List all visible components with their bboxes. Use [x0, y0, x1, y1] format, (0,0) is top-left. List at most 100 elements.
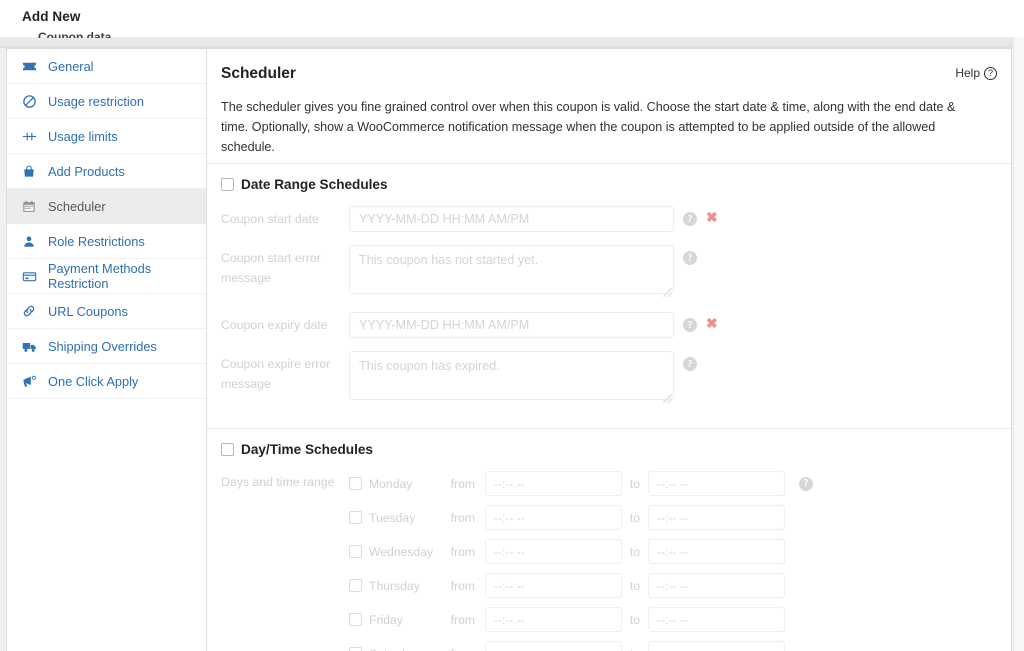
day-row: Tuesday from to [349, 505, 997, 530]
time-from-input-thursday[interactable] [485, 573, 622, 598]
sidebar-item-shipping-overrides[interactable]: Shipping Overrides [7, 329, 206, 364]
sidebar-item-usage-restriction[interactable]: Usage restriction [7, 84, 206, 119]
coupon-start-error-message-textarea[interactable] [349, 245, 674, 294]
field-control: ? [349, 351, 697, 405]
scheduler-content: Scheduler Help ? The scheduler gives you… [207, 49, 1011, 651]
time-to-input-monday[interactable] [648, 471, 785, 496]
sidebar-item-payment-methods-restriction[interactable]: Payment Methods Restriction [7, 259, 206, 294]
day-checkbox-thursday[interactable] [349, 579, 362, 592]
sidebar-item-label: Scheduler [48, 198, 106, 214]
megaphone-icon [19, 372, 39, 390]
from-label: from [450, 510, 475, 525]
day-label: Tuesday [369, 510, 416, 525]
time-from-input-friday[interactable] [485, 607, 622, 632]
help-tip-icon[interactable]: ? [683, 357, 697, 371]
day-time-schedules-block: Day/Time Schedules Days and time range M… [207, 429, 1011, 651]
sidebar-item-label: Shipping Overrides [48, 338, 157, 354]
to-label: to [629, 510, 641, 525]
help-tip-icon[interactable]: ? [799, 476, 813, 491]
help-tip-icon[interactable]: ? [683, 318, 697, 332]
to-label: to [629, 612, 641, 627]
credit-card-icon [19, 267, 39, 285]
coupon-data-title-clipped: Coupon data [38, 31, 112, 38]
sidebar-item-general[interactable]: General [7, 49, 206, 84]
coupon-start-date-input[interactable] [349, 206, 674, 232]
help-tip-icon[interactable]: ? [683, 212, 697, 226]
days-list: Monday from to? Tuesday from to Wednesday from t… [349, 471, 997, 651]
field-label: Coupon expire error message [221, 357, 331, 391]
page-scrollbar[interactable] [1013, 37, 1024, 651]
sidebar-item-label: Role Restrictions [48, 233, 145, 249]
textarea-wrapper [349, 245, 674, 299]
textarea-wrapper [349, 351, 674, 405]
from-label: from [450, 544, 475, 559]
day-checkbox-tuesday[interactable] [349, 511, 362, 524]
day-time-heading: Day/Time Schedules [241, 442, 373, 457]
help-link[interactable]: Help ? [955, 66, 997, 80]
from-label: from [443, 647, 475, 651]
days-and-time-range-row: Days and time range Monday from to? Tuesday… [221, 471, 997, 651]
field-label: Coupon start error message [221, 251, 321, 285]
clear-date-icon[interactable]: ✖ [706, 316, 718, 330]
help-label: Help [955, 66, 980, 80]
day-label: Wednesday [369, 544, 434, 559]
sidebar-item-one-click-apply[interactable]: One Click Apply [7, 364, 206, 399]
sidebar-item-label: Add Products [48, 163, 125, 179]
truck-icon [19, 337, 39, 355]
time-to-input-thursday[interactable] [648, 573, 785, 598]
field-row: Coupon expire error message? [221, 351, 997, 405]
field-control: ?✖ [349, 206, 718, 232]
coupon-expire-error-message-textarea[interactable] [349, 351, 674, 400]
time-to-input-friday[interactable] [648, 607, 785, 632]
time-to-input-tuesday[interactable] [648, 505, 785, 530]
page-title: Add New [22, 9, 81, 24]
scheduler-header: Scheduler Help ? The scheduler gives you… [207, 49, 1011, 163]
section-title: Scheduler [221, 65, 296, 82]
time-from-input-monday[interactable] [485, 471, 622, 496]
ticket-icon [19, 57, 39, 75]
field-label: Coupon start date [221, 212, 319, 226]
time-from-input-tuesday[interactable] [485, 505, 622, 530]
field-label: Coupon expiry date [221, 318, 328, 332]
sidebar-item-scheduler[interactable]: Scheduler [7, 189, 206, 224]
link-icon [19, 302, 39, 320]
day-checkbox-saturday[interactable] [349, 647, 362, 651]
sidebar-item-add-products[interactable]: Add Products [7, 154, 206, 189]
time-from-input-wednesday[interactable] [485, 539, 622, 564]
time-to-input-wednesday[interactable] [648, 539, 785, 564]
date-range-schedules-block: Date Range Schedules Coupon start date?✖… [207, 164, 1011, 428]
days-and-time-range-label: Days and time range [221, 475, 335, 489]
day-label: Thursday [369, 578, 420, 593]
time-to-input-saturday[interactable] [648, 641, 785, 651]
clear-date-icon[interactable]: ✖ [706, 210, 718, 224]
help-question-icon: ? [984, 66, 997, 80]
sidebar-item-role-restrictions[interactable]: Role Restrictions [7, 224, 206, 259]
date-range-schedules-checkbox[interactable] [221, 178, 234, 191]
day-label: Friday [369, 612, 403, 627]
sidebar-item-label: General [48, 58, 94, 74]
day-row: Thursday from to [349, 573, 997, 598]
help-tip-icon[interactable]: ? [683, 251, 697, 265]
date-range-header: Date Range Schedules [221, 177, 997, 192]
sidebar-item-url-coupons[interactable]: URL Coupons [7, 294, 206, 329]
day-label: Saturday [369, 647, 443, 651]
day-time-header: Day/Time Schedules [221, 442, 997, 457]
day-checkbox-wednesday[interactable] [349, 545, 362, 558]
time-from-input-saturday[interactable] [485, 641, 622, 651]
bag-icon [19, 162, 39, 180]
user-icon [19, 232, 39, 250]
to-label: to [629, 476, 641, 491]
coupon-expiry-date-input[interactable] [349, 312, 674, 338]
sidebar-item-label: Usage limits [48, 128, 118, 144]
sidebar-item-usage-limits[interactable]: Usage limits [7, 119, 206, 154]
coupon-data-sidebar: General Usage restriction Usage limits Add … [7, 49, 207, 651]
day-time-schedules-checkbox[interactable] [221, 443, 234, 456]
sidebar-item-label: Usage restriction [48, 93, 145, 109]
day-row: Wednesday from to [349, 539, 997, 564]
to-label: to [629, 578, 641, 593]
coupon-data-panel-title-strip: Coupon data [0, 31, 1024, 48]
field-row: Coupon start date?✖ [221, 206, 997, 232]
field-control: ? [349, 245, 697, 299]
day-checkbox-monday[interactable] [349, 477, 362, 490]
day-checkbox-friday[interactable] [349, 613, 362, 626]
